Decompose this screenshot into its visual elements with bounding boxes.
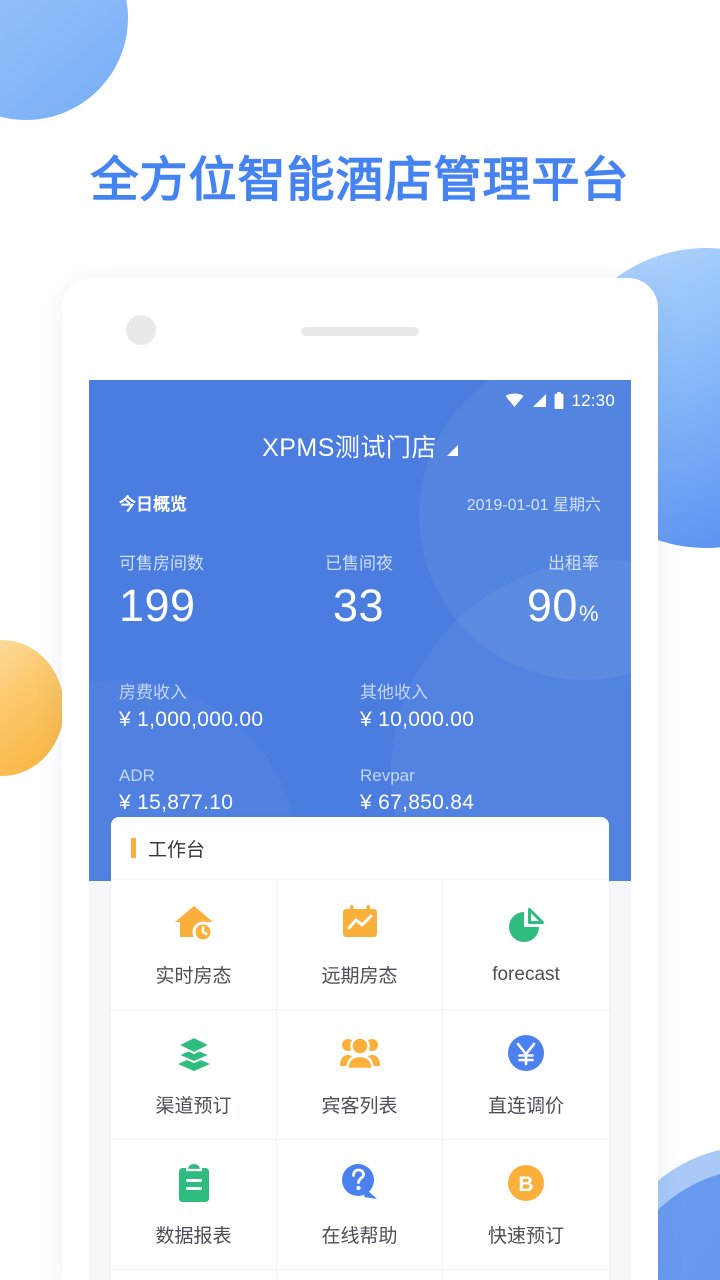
- kpi-value: 33: [279, 580, 439, 632]
- workbench-grid: 实时房态 远期房态 forecast 渠道预订 宾客列表 直连调价 数据报表 在…: [111, 880, 609, 1280]
- kpi-unit: %: [578, 601, 599, 626]
- kpi-number: 90: [526, 580, 578, 631]
- pie-chart-icon: [504, 904, 548, 948]
- overview-date[interactable]: 2019-01-01 星期六: [467, 491, 601, 515]
- workbench-item-label: 渠道预订: [155, 1096, 232, 1117]
- kpi-label: 已售间夜: [325, 554, 393, 573]
- workbench-card: 工作台 实时房态 远期房态 forecast 渠道预订 宾客列表 直连调价 数据…: [111, 817, 609, 1280]
- workbench-item-channel-booking[interactable]: 渠道预订: [111, 1010, 277, 1140]
- revenue-other-income: 其他收入 ¥ 10,000.00: [360, 678, 601, 732]
- workbench-item-label: 远期房态: [321, 966, 398, 987]
- app-header: 12:30 XPMS测试门店 今日概览 2019-01-01 星期六 可售房间数…: [89, 380, 631, 881]
- workbench-item-data-report[interactable]: 数据报表: [111, 1140, 277, 1270]
- workbench-item-label: 宾客列表: [321, 1096, 398, 1117]
- revenue-value: ¥ 10,000.00: [360, 708, 475, 731]
- phone-screen: 12:30 XPMS测试门店 今日概览 2019-01-01 星期六 可售房间数…: [89, 380, 631, 1280]
- people-icon: [338, 1031, 382, 1075]
- kpi-number: 33: [332, 580, 385, 631]
- accent-bar-icon: [131, 838, 136, 858]
- workbench-item-label: 快速预订: [487, 1226, 564, 1247]
- promo-page: 全方位智能酒店管理平台 12:30 XPMS测试门店 今日概览 2019-01-…: [0, 0, 720, 1280]
- kpi-available-rooms: 可售房间数 199: [115, 549, 279, 632]
- signal-icon: [533, 393, 547, 407]
- overview-row: 今日概览 2019-01-01 星期六: [89, 490, 631, 515]
- workbench-title: 工作台: [148, 839, 206, 861]
- help-bubble-icon: [338, 1161, 382, 1205]
- revenue-label: 其他收入: [360, 683, 428, 702]
- revenue-value: ¥ 1,000,000.00: [119, 708, 264, 731]
- kpi-sold-room-nights: 已售间夜 33: [279, 549, 439, 632]
- b-circle-icon: B: [504, 1161, 548, 1205]
- kpi-row: 可售房间数 199 已售间夜 33 出租率 90%: [89, 549, 631, 632]
- yuan-circle-icon: [504, 1031, 548, 1075]
- clipboard-icon: [172, 1161, 216, 1205]
- workbench-item-online-help[interactable]: 在线帮助: [277, 1140, 443, 1270]
- kpi-number: 199: [119, 580, 196, 631]
- revenue-label: 房费收入: [119, 683, 187, 702]
- workbench-item-future-room-status[interactable]: 远期房态: [277, 880, 443, 1010]
- workbench-item-label: 直连调价: [487, 1096, 564, 1117]
- calendar-chart-icon: [338, 901, 382, 945]
- workbench-item-realtime-room-status[interactable]: 实时房态: [111, 880, 277, 1010]
- revenue-value: ¥ 15,877.10: [119, 791, 234, 814]
- workbench-item-forecast[interactable]: forecast: [443, 880, 609, 1010]
- wifi-icon: [505, 393, 524, 407]
- revenue-room-income: 房费收入 ¥ 1,000,000.00: [119, 678, 360, 732]
- revenue-label: ADR: [119, 766, 155, 785]
- kpi-occupancy-rate: 出租率 90%: [439, 549, 605, 632]
- workbench-item-partial-row[interactable]: [111, 1270, 277, 1280]
- workbench-item-quick-booking[interactable]: B 快速预订: [443, 1140, 609, 1270]
- camera-dot-icon: [126, 315, 156, 345]
- overview-label: 今日概览: [119, 495, 187, 514]
- revenue-grid: 房费收入 ¥ 1,000,000.00 其他收入 ¥ 10,000.00 ADR…: [89, 678, 631, 815]
- workbench-item-label: 数据报表: [155, 1226, 232, 1247]
- status-bar: 12:30: [89, 380, 631, 414]
- dropdown-triangle-icon[interactable]: [446, 445, 458, 456]
- workbench-header: 工作台: [111, 817, 609, 880]
- speaker-grille-icon: [301, 327, 419, 336]
- svg-text:B: B: [518, 1173, 533, 1196]
- battery-icon: [555, 391, 564, 409]
- workbench-item-guest-list[interactable]: 宾客列表: [277, 1010, 443, 1140]
- decorative-circle-top-left: [0, 0, 128, 120]
- house-clock-icon: [172, 901, 216, 945]
- revenue-value: ¥ 67,850.84: [360, 791, 475, 814]
- kpi-label: 可售房间数: [119, 554, 204, 573]
- page-headline: 全方位智能酒店管理平台: [90, 154, 630, 207]
- workbench-item-label: 实时房态: [155, 966, 232, 987]
- workbench-item-partial-row[interactable]: [443, 1270, 609, 1280]
- revenue-label: Revpar: [360, 766, 415, 785]
- kpi-value: 90%: [439, 580, 599, 632]
- decorative-circle-orange: [0, 640, 64, 776]
- status-bar-time: 12:30: [571, 390, 615, 410]
- workbench-item-label: 在线帮助: [321, 1226, 398, 1247]
- revenue-revpar: Revpar ¥ 67,850.84: [360, 766, 601, 815]
- store-selector[interactable]: XPMS测试门店: [89, 428, 631, 464]
- kpi-value: 199: [119, 580, 279, 632]
- kpi-label: 出租率: [548, 554, 599, 573]
- workbench-item-direct-pricing[interactable]: 直连调价: [443, 1010, 609, 1140]
- workbench-item-partial-row[interactable]: [277, 1270, 443, 1280]
- revenue-adr: ADR ¥ 15,877.10: [119, 766, 360, 815]
- store-name-label: XPMS测试门店: [262, 434, 437, 462]
- layers-icon: [172, 1031, 216, 1075]
- workbench-item-label: forecast: [492, 963, 560, 985]
